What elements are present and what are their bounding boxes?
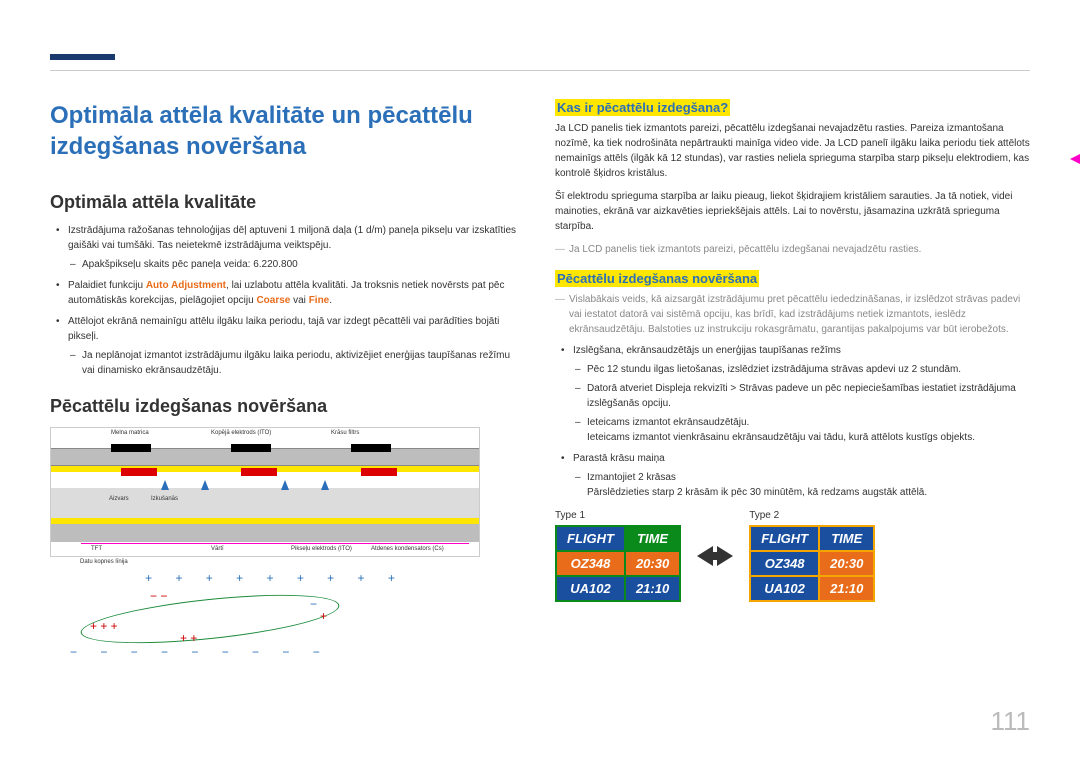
page-number: 111 xyxy=(990,706,1030,737)
flight-table-1: FLIGHT TIME OZ348 20:30 UA102 21:10 xyxy=(555,525,681,602)
ellipse-charge-diagram: − − + + + + + + − − − − − − − − − − xyxy=(50,589,430,659)
color-filter-block xyxy=(121,468,157,476)
header-divider xyxy=(50,70,1030,71)
flight-cell: 21:10 xyxy=(625,576,680,601)
pink-arrow-icon xyxy=(1070,154,1080,164)
flight-cell: 20:30 xyxy=(819,551,874,576)
cross-section-graphic: Melna matrica Kopējā elektrods (ITO) Krā… xyxy=(50,427,480,557)
swap-arrows-icon xyxy=(699,546,731,566)
diagram-label: Krāsu filtrs xyxy=(331,430,359,436)
flight-cell: OZ348 xyxy=(556,551,625,576)
color-filter-block xyxy=(241,468,277,476)
quality-bullet-2: Palaidiet funkciju Auto Adjustment, lai … xyxy=(68,278,525,308)
black-matrix-block xyxy=(231,444,271,452)
quality-bullet-3: Attēlojot ekrānā nemainīgu attēlu ilgāku… xyxy=(68,314,525,378)
lcd-cross-section-diagram: Melna matrica Kopējā elektrods (ITO) Krā… xyxy=(50,427,480,659)
prevent-bullets: Izslēgšana, ekrānsaudzētājs un enerģijas… xyxy=(555,343,1030,500)
plus-icon: + + + xyxy=(90,619,118,633)
voltage-arrow-icon xyxy=(201,480,209,490)
grey-note-2: Vislabākais veids, kā aizsargāt izstrādā… xyxy=(555,292,1030,337)
header-accent-bar xyxy=(50,54,115,60)
what-is-para-2: Šī elektrodu sprieguma starpība ar laiku… xyxy=(555,189,1030,234)
main-title: Optimāla attēla kvalitāte un pēcattēlu i… xyxy=(50,100,525,162)
diagram-label: Vārtī xyxy=(211,546,224,552)
quality-bullet-1: Izstrādājuma ražošanas tehnoloģijas dēļ … xyxy=(68,223,525,272)
prevent-dash-4: Izmantojiet 2 krāsas Pārslēdzieties star… xyxy=(587,470,1030,500)
black-matrix-block xyxy=(111,444,151,452)
data-bus-line xyxy=(81,543,469,544)
voltage-arrow-icon xyxy=(161,480,169,490)
two-column-layout: Optimāla attēla kvalitāte un pēcattēlu i… xyxy=(50,100,1030,659)
section-prevent-title: Pēcattēlu izdegšanas novēršana xyxy=(50,396,525,417)
flight-header: FLIGHT xyxy=(750,526,819,551)
flight-cell: 20:30 xyxy=(625,551,680,576)
diagram-label: Pikseļu elektrods (ITO) xyxy=(291,546,352,552)
subtitle-prevention: Pēcattēlu izdegšanas novēršana xyxy=(555,271,1030,286)
section-quality-title: Optimāla attēla kvalitāte xyxy=(50,192,525,213)
diagram-label: Atdenes kondensators (Cs) xyxy=(371,546,444,552)
black-matrix-block xyxy=(351,444,391,452)
arrow-right-icon xyxy=(717,546,733,566)
ellipse-outline xyxy=(79,586,342,653)
color-filter-block xyxy=(361,468,397,476)
quality-bullet-1-dash: Apakšpikseļu skaits pēc paneļa veida: 6.… xyxy=(82,257,525,272)
flight-cell: UA102 xyxy=(750,576,819,601)
flight-block-type2: Type 2 FLIGHT TIME OZ348 20:30 UA102 21:… xyxy=(749,510,875,602)
minus-icon: − xyxy=(310,597,317,611)
type1-label: Type 1 xyxy=(555,510,681,521)
diagram-label: Datu kopnes līnija xyxy=(80,559,128,565)
minus-charge-row: − − − − − − − − − xyxy=(70,645,330,659)
flight-header: FLIGHT xyxy=(556,526,625,551)
plus-icon: + xyxy=(320,609,327,623)
type2-label: Type 2 xyxy=(749,510,875,521)
left-column: Optimāla attēla kvalitāte un pēcattēlu i… xyxy=(50,100,525,659)
flight-block-type1: Type 1 FLIGHT TIME OZ348 20:30 UA102 21:… xyxy=(555,510,681,602)
flight-example-area: Type 1 FLIGHT TIME OZ348 20:30 UA102 21:… xyxy=(555,510,1030,602)
layer-liquid-crystal xyxy=(51,488,479,518)
quality-bullets: Izstrādājuma ražošanas tehnoloģijas dēļ … xyxy=(50,223,525,378)
time-header: TIME xyxy=(819,526,874,551)
diagram-label: Kopējā elektrods (ITO) xyxy=(211,430,271,436)
diagram-label: Aizvars xyxy=(109,496,129,502)
flight-table-2: FLIGHT TIME OZ348 20:30 UA102 21:10 xyxy=(749,525,875,602)
minus-icon: − − xyxy=(150,589,167,603)
prevent-dash-2: Datorā atveriet Displeja rekvizīti > Str… xyxy=(587,381,1030,411)
time-header: TIME xyxy=(625,526,680,551)
flight-cell: 21:10 xyxy=(819,576,874,601)
plus-charge-row: + + + + + + + + + xyxy=(70,571,480,585)
subtitle-what-is: Kas ir pēcattēlu izdegšana? xyxy=(555,100,1030,115)
right-column: Kas ir pēcattēlu izdegšana? Ja LCD panel… xyxy=(555,100,1030,659)
flight-cell: OZ348 xyxy=(750,551,819,576)
diagram-label: TFT xyxy=(91,546,102,552)
flight-cell: UA102 xyxy=(556,576,625,601)
diagram-label: Izkušanās xyxy=(151,496,178,502)
prevent-dash-3: Ieteicams izmantot ekrānsaudzētāju. Iete… xyxy=(587,415,1030,445)
prevent-bullet-1: Izslēgšana, ekrānsaudzētājs un enerģijas… xyxy=(573,343,1030,445)
prevent-dash-1: Pēc 12 stundu ilgas lietošanas, izslēdzi… xyxy=(587,362,1030,377)
what-is-para-1: Ja LCD panelis tiek izmantots pareizi, p… xyxy=(555,121,1030,181)
grey-note-1: Ja LCD panelis tiek izmantots pareizi, p… xyxy=(555,242,1030,257)
diagram-label: Melna matrica xyxy=(111,430,149,436)
voltage-arrow-icon xyxy=(321,480,329,490)
layer-glass-bottom xyxy=(51,524,479,542)
quality-bullet-3-dash: Ja neplānojat izmantot izstrādājumu ilgā… xyxy=(82,348,525,378)
voltage-arrow-icon xyxy=(281,480,289,490)
prevent-bullet-2: Parastā krāsu maiņa Izmantojiet 2 krāsas… xyxy=(573,451,1030,500)
plus-icon: + + xyxy=(180,631,197,645)
